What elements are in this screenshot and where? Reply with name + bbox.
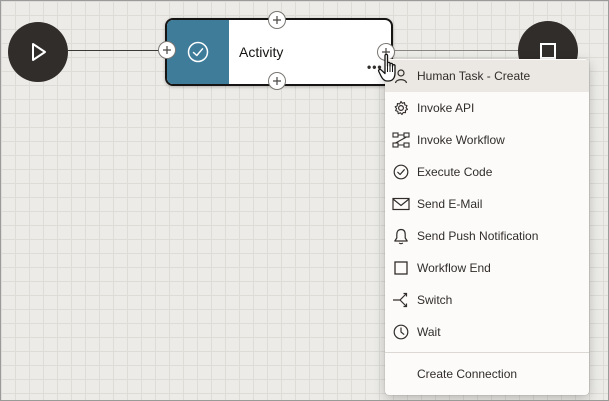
hand-cursor-icon	[377, 53, 396, 82]
stop-icon	[540, 43, 556, 59]
plus-icon	[163, 46, 171, 54]
menu-item-execute-code[interactable]: Execute Code	[385, 156, 589, 188]
menu-item-human-task-create[interactable]: Human Task - Create	[385, 60, 589, 92]
switch-icon	[391, 290, 411, 310]
menu-item-workflow-end[interactable]: Workflow End	[385, 252, 589, 284]
menu-item-label: Workflow End	[417, 261, 491, 275]
workflow-icon	[391, 130, 411, 150]
menu-item-label: Invoke Workflow	[417, 133, 505, 147]
start-node[interactable]	[8, 22, 68, 82]
menu-item-label: Switch	[417, 293, 453, 307]
bell-icon	[391, 226, 411, 246]
play-icon	[32, 43, 46, 61]
square-icon	[391, 258, 411, 278]
check-circle-icon	[391, 162, 411, 182]
menu-item-label: Human Task - Create	[417, 69, 531, 83]
menu-item-label: Invoke API	[417, 101, 475, 115]
menu-divider	[385, 352, 589, 353]
menu-item-label: Execute Code	[417, 165, 493, 179]
menu-item-label: Send E-Mail	[417, 197, 483, 211]
check-circle-icon	[187, 41, 209, 63]
clock-icon	[391, 322, 411, 342]
menu-item-invoke-api[interactable]: Invoke API	[385, 92, 589, 124]
menu-item-wait[interactable]: Wait	[385, 316, 589, 348]
activity-type-strip	[167, 20, 229, 84]
menu-item-label: Send Push Notification	[417, 229, 539, 243]
connector-start-to-activity	[68, 50, 168, 51]
menu-item-send-email[interactable]: Send E-Mail	[385, 188, 589, 220]
envelope-icon	[391, 194, 411, 214]
create-connection-item[interactable]: Create Connection	[385, 358, 589, 390]
gear-icon	[391, 98, 411, 118]
add-above-button[interactable]	[268, 11, 286, 29]
add-below-button[interactable]	[268, 72, 286, 90]
menu-item-invoke-workflow[interactable]: Invoke Workflow	[385, 124, 589, 156]
menu-item-send-push-notification[interactable]: Send Push Notification	[385, 220, 589, 252]
menu-item-label: Wait	[417, 325, 441, 339]
add-before-button[interactable]	[158, 41, 176, 59]
workflow-canvas[interactable]: Activity ••• Human Task - Create Invoke …	[0, 0, 609, 401]
plus-icon	[273, 16, 281, 24]
plus-icon	[273, 77, 281, 85]
menu-item-switch[interactable]: Switch	[385, 284, 589, 316]
add-step-menu: Human Task - Create Invoke API Invoke Wo…	[385, 59, 589, 395]
connector-activity-to-end	[389, 50, 519, 51]
